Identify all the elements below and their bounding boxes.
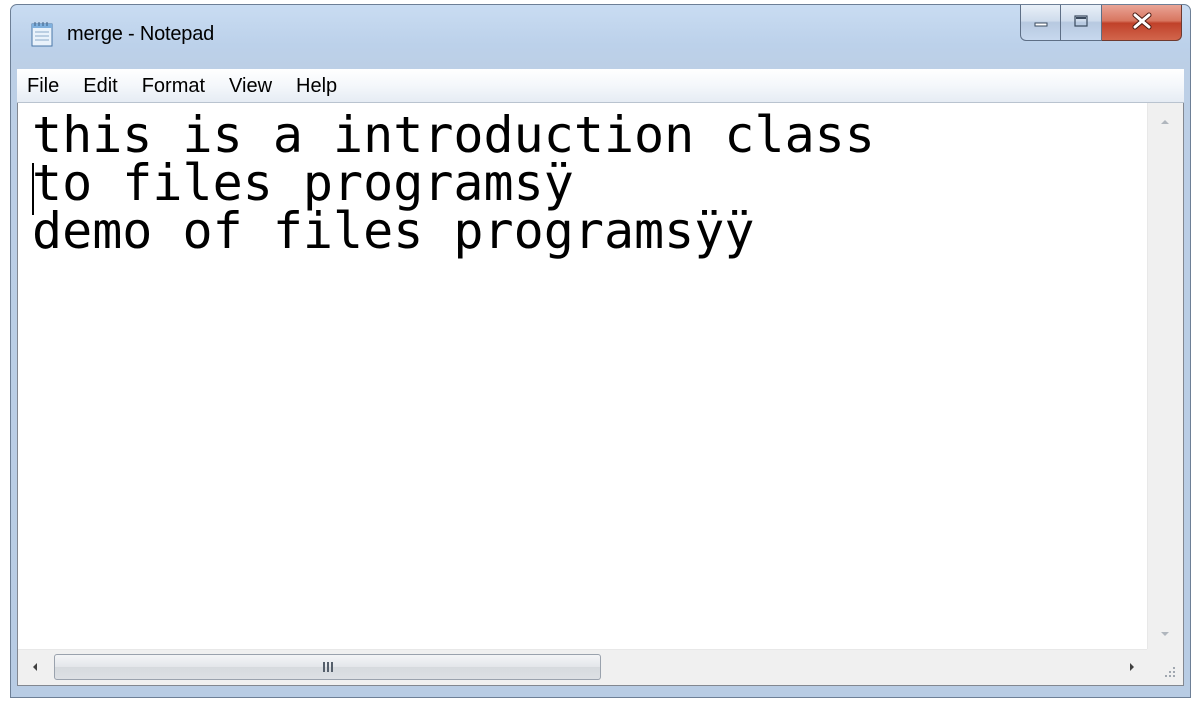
maximize-icon [1073, 13, 1089, 32]
text-editor[interactable]: this is a introduction class to files pr… [17, 103, 1184, 686]
scroll-left-arrow-icon [31, 658, 39, 677]
scroll-down-button[interactable] [1148, 615, 1182, 649]
text-area[interactable]: this is a introduction class to files pr… [18, 103, 1149, 649]
horizontal-scrollbar[interactable] [18, 649, 1149, 685]
thumb-grip-icon [322, 662, 333, 672]
notepad-window: merge - Notepad File Edit Format View He… [10, 4, 1191, 698]
scroll-left-button[interactable] [18, 650, 52, 684]
text-caret [32, 163, 34, 215]
size-grip-icon [1147, 667, 1183, 689]
maximize-button[interactable] [1061, 5, 1102, 41]
scroll-right-arrow-icon [1128, 658, 1136, 677]
horizontal-scroll-thumb[interactable] [54, 654, 601, 680]
menu-bar: File Edit Format View Help [17, 69, 1184, 103]
text-line: demo of files programsÿÿ [32, 202, 755, 260]
menu-view[interactable]: View [217, 69, 284, 103]
caption-buttons [1020, 5, 1182, 43]
text-line: to files programsÿ [32, 154, 574, 212]
window-title: merge - Notepad [67, 23, 215, 45]
menu-file[interactable]: File [17, 69, 71, 103]
menu-edit[interactable]: Edit [71, 69, 129, 103]
scroll-right-button[interactable] [1115, 650, 1149, 684]
scroll-up-button[interactable] [1148, 103, 1182, 137]
minimize-button[interactable] [1020, 5, 1061, 41]
close-button[interactable] [1102, 5, 1182, 41]
minimize-icon [1033, 13, 1049, 32]
vertical-scrollbar[interactable] [1147, 103, 1183, 649]
size-grip[interactable] [1147, 649, 1183, 685]
menu-format[interactable]: Format [130, 69, 217, 103]
notepad-icon[interactable] [30, 21, 54, 47]
close-icon [1131, 12, 1153, 34]
scroll-down-arrow-icon [1159, 623, 1171, 642]
scroll-up-arrow-icon [1159, 111, 1171, 130]
title-bar[interactable]: merge - Notepad [11, 5, 1190, 59]
menu-help[interactable]: Help [284, 69, 349, 103]
text-line: this is a introduction class [32, 106, 875, 164]
